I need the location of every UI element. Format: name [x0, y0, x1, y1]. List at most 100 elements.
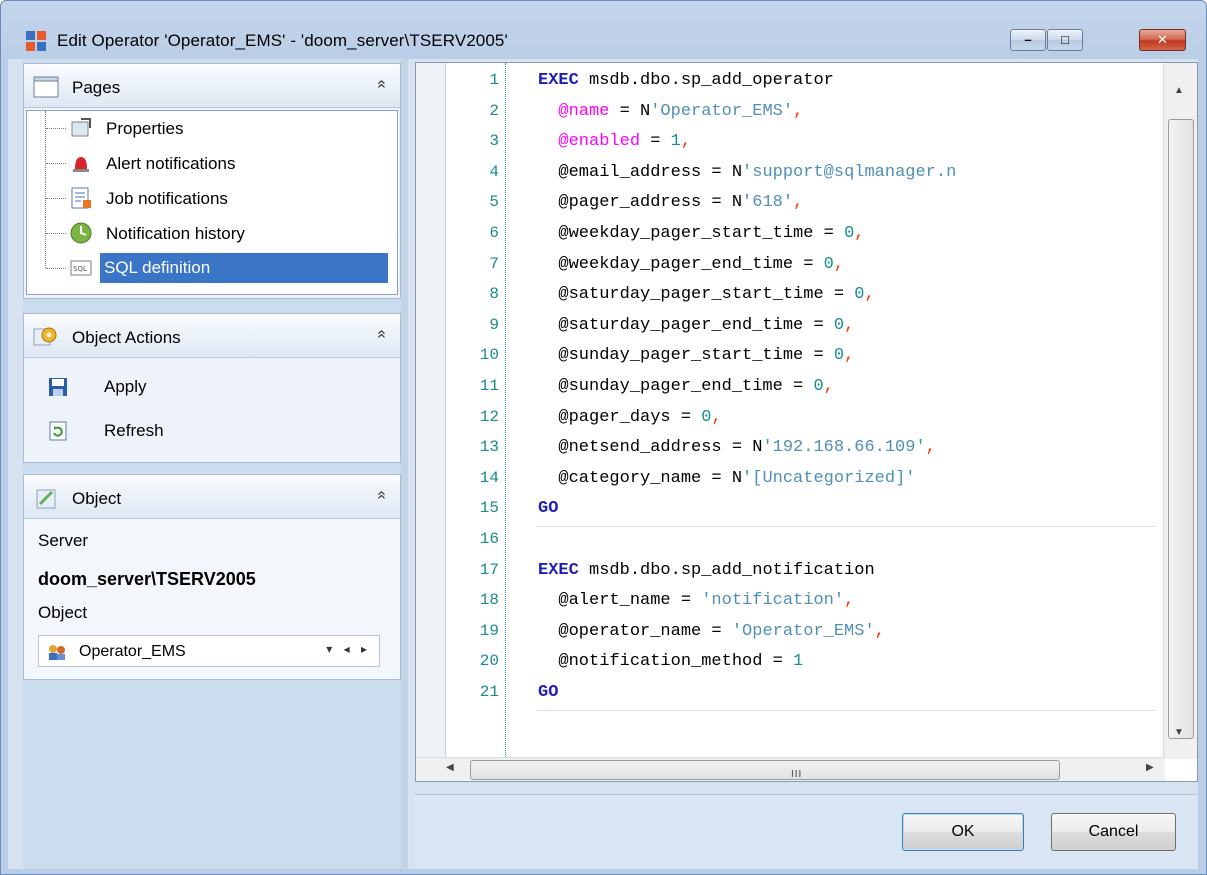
object-select[interactable]: Operator_EMS ▾ ◂ ▸ [38, 635, 380, 667]
apply-action[interactable]: Apply [48, 374, 378, 402]
operator-icon [49, 645, 65, 660]
code-token: GO [538, 683, 559, 702]
line-number: 2 [489, 101, 499, 120]
line-number: 18 [479, 591, 499, 610]
page-item-sql-definition[interactable]: SQL SQL definition [27, 251, 395, 285]
code-line: GO [538, 683, 558, 702]
window-title: Edit Operator 'Operator_EMS' - 'doom_ser… [57, 31, 508, 50]
horizontal-scroll-thumb[interactable]: III [470, 760, 1060, 780]
properties-icon [71, 118, 91, 137]
code-token: , [680, 132, 692, 152]
code-line: @notification_method = 1 [538, 652, 803, 671]
code-token: 0 [833, 346, 845, 366]
sql-code[interactable]: EXEC msdb.dbo.sp_add_operator @name = N'… [508, 63, 1158, 759]
code-token: , [864, 285, 875, 305]
line-number: 21 [479, 683, 499, 701]
code-token: 0 [844, 224, 855, 243]
vertical-scroll-thumb[interactable] [1168, 119, 1194, 739]
page-item-label: Alert notifications [106, 154, 236, 173]
code-token: , [874, 621, 885, 641]
code-token: , [844, 346, 855, 366]
object-actions-title: Object Actions [72, 328, 181, 347]
object-group-header[interactable]: Object » [24, 475, 400, 519]
object-label: Object [38, 603, 88, 622]
maximize-icon: □ [1061, 32, 1069, 47]
code-line: @weekday_pager_end_time = 0, [538, 255, 844, 274]
line-number: 9 [489, 315, 499, 334]
code-token: , [823, 377, 834, 396]
history-icon [70, 222, 92, 244]
code-token: 1 [793, 652, 804, 672]
splitter[interactable] [401, 59, 408, 869]
page-item-properties[interactable]: Properties [27, 111, 395, 145]
code-token: '618' [742, 193, 794, 213]
collapse-actions-icon[interactable]: » [373, 330, 391, 339]
code-line: GO [538, 499, 558, 518]
cancel-button[interactable]: Cancel [1051, 813, 1176, 851]
line-numbers: 1 2 3 4 5 6 7 8 9 10 11 12 13 14 15 16 17 18 19 20 21 [446, 63, 506, 759]
object-actions-list: Apply Refresh [24, 358, 400, 462]
code-token: @email_address = N [538, 162, 743, 182]
ok-button[interactable]: OK [902, 813, 1024, 851]
object-actions-group: Object Actions » Apply Refresh [23, 313, 401, 463]
scroll-right-icon[interactable]: ▶ [1146, 762, 1154, 773]
code-line: @email_address = N'support@sqlmanager.n [538, 163, 956, 182]
code-token: , [793, 193, 804, 213]
code-token: 0 [833, 315, 845, 335]
page-item-alert-notifications[interactable]: Alert notifications [27, 146, 395, 180]
tree-branch [45, 111, 67, 145]
line-number: 7 [489, 254, 499, 273]
maximize-button[interactable]: □ [1047, 29, 1083, 51]
code-token: 1 [670, 132, 681, 152]
code-line: EXEC msdb.dbo.sp_add_operator [538, 71, 834, 90]
editor-gutter [416, 63, 446, 759]
operator-app-icon [26, 31, 46, 51]
batch-separator [536, 526, 1156, 527]
code-line: @pager_address = N'618', [538, 193, 803, 212]
scroll-up-icon[interactable]: ▲ [1174, 85, 1184, 96]
code-token: @pager_days = [538, 407, 702, 427]
line-number: 14 [479, 468, 499, 487]
code-line: @category_name = N'[Uncategorized]' [538, 469, 915, 488]
pages-group-header[interactable]: Pages » [24, 64, 400, 108]
code-line: @sunday_pager_end_time = 0, [538, 377, 834, 396]
scroll-grip: III [791, 769, 803, 780]
title-bar[interactable]: Edit Operator 'Operator_EMS' - 'doom_ser… [1, 1, 1206, 59]
page-item-notification-history[interactable]: Notification history [27, 216, 395, 250]
page-item-job-notifications[interactable]: Job notifications [27, 181, 395, 215]
close-button[interactable]: ✕ [1139, 29, 1186, 51]
object-select-controls[interactable]: ▾ ◂ ▸ [326, 642, 371, 656]
horizontal-scrollbar[interactable]: ◀ III ▶ [416, 757, 1165, 781]
scroll-down-icon[interactable]: ▼ [1174, 727, 1184, 738]
collapse-object-icon[interactable]: » [373, 491, 391, 500]
sql-editor[interactable]: 1 2 3 4 5 6 7 8 9 10 11 12 13 14 15 16 17 18 19 20 21 EXEC m… [415, 62, 1198, 782]
code-line: @netsend_address = N'192.168.66.109', [538, 438, 935, 458]
object-icon [36, 489, 56, 509]
pages-tree: Properties Alert notifications Job notif… [26, 110, 398, 295]
pages-group: Pages » Properties Alert notifications J… [23, 63, 401, 299]
code-token: 0 [701, 407, 712, 427]
code-line: @saturday_pager_start_time = 0, [538, 285, 875, 305]
code-token: @name [558, 101, 610, 121]
code-token: '192.168.66.109' [762, 438, 926, 458]
refresh-action[interactable]: Refresh [48, 418, 378, 446]
close-icon: ✕ [1157, 32, 1168, 47]
line-number: 8 [489, 285, 499, 304]
edit-operator-window: Edit Operator 'Operator_EMS' - 'doom_ser… [0, 0, 1207, 875]
vertical-scrollbar[interactable]: ▲ ▼ [1163, 63, 1197, 759]
minimize-button[interactable]: – [1010, 29, 1046, 51]
object-actions-header[interactable]: Object Actions » [24, 314, 400, 358]
collapse-pages-icon[interactable]: » [373, 80, 391, 89]
alert-icon [73, 157, 89, 172]
line-number: 20 [479, 652, 499, 671]
refresh-label: Refresh [104, 421, 164, 440]
scroll-left-icon[interactable]: ◀ [446, 762, 454, 773]
code-line: @name = N'Operator_EMS', [538, 102, 803, 121]
object-select-value: Operator_EMS [79, 643, 186, 660]
tree-branch [45, 216, 67, 250]
code-token: @category_name = N [538, 468, 743, 488]
code-token: @operator_name = [538, 621, 732, 641]
server-value: doom_server\TSERV2005 [38, 569, 256, 589]
line-number: 5 [489, 193, 499, 212]
